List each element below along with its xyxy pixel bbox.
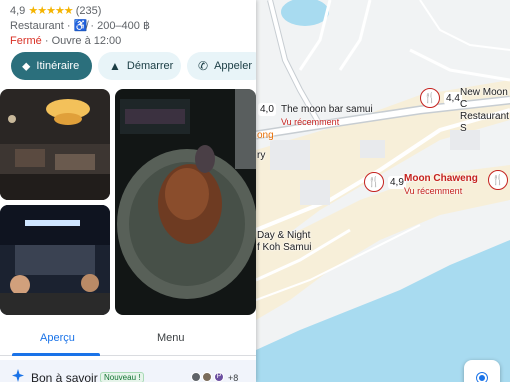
map-marker-moon-bar[interactable]: 4,0 (258, 103, 276, 116)
status-closed: Fermé (10, 35, 42, 47)
marker-rating: 4,0 (258, 103, 276, 116)
navigation-arrow-icon: ▲ (109, 59, 121, 73)
photo-terrace[interactable] (0, 205, 110, 315)
directions-label: Itinéraire (36, 60, 80, 72)
photo-dish-image (115, 89, 256, 315)
wheelchair-off-icon: · ♿̸ (66, 20, 91, 32)
new-badge: Nouveau ! (100, 372, 145, 382)
start-button[interactable]: ▲ Démarrer (98, 52, 181, 80)
restaurant-pin-icon: 🍴 (488, 170, 508, 190)
call-button[interactable]: ✆ Appeler (187, 52, 256, 80)
restaurant-pin-icon: 🍴 (364, 172, 384, 192)
map-label-koh-samui: f Koh Samui (257, 242, 312, 253)
good-to-know-row[interactable]: Bon à savoir Nouveau ! P +8 (0, 360, 256, 382)
price-range: · 200–400 ฿ (90, 20, 150, 32)
place-name: The moon bar samui (281, 104, 373, 115)
photo-dish[interactable] (115, 89, 256, 315)
map-label-new-moon[interactable]: New Moon C Restaurant S (460, 87, 510, 135)
my-location-button[interactable] (464, 360, 500, 382)
app-root: 4,0 The moon bar samui Vu récemment 🍴 4,… (0, 0, 510, 382)
place-details-panel: 4,9 ★★★★★ (235) Restaurant · ♿̸ · 200–40… (0, 0, 256, 382)
map-label-day-night: Day & Night (257, 230, 311, 241)
map-label-moon-chaweng[interactable]: Moon Chaweng Vu récemment (404, 173, 478, 197)
photo-interior-image (0, 89, 110, 200)
tab-bar: Aperçu Menu (0, 323, 256, 356)
map-marker-new-moon[interactable]: 🍴 4,4 (420, 88, 462, 108)
more-contributors-count: +8 (228, 373, 239, 382)
hours-row[interactable]: Fermé · Ouvre à 12:00 (10, 35, 121, 47)
directions-button[interactable]: ⬥ Itinéraire (11, 52, 92, 80)
start-label: Démarrer (126, 60, 174, 72)
place-name-line1: New Moon C (460, 87, 508, 110)
call-label: Appeler (214, 60, 252, 72)
star-rating-icon: ★★★★★ (28, 5, 73, 17)
photo-terrace-image (0, 205, 110, 315)
review-count: (235) (75, 5, 102, 17)
tab-menu[interactable]: Menu (157, 332, 185, 344)
rating-value: 4,9 (10, 5, 26, 17)
place-recently-viewed: Vu récemment (281, 117, 340, 127)
map-label-partial-ry: ry (257, 150, 266, 161)
active-tab-indicator (12, 353, 100, 356)
place-name-line2: Restaurant S (460, 111, 509, 134)
map-label-partial-ong: ong (257, 130, 274, 141)
avatar (191, 372, 201, 382)
good-to-know-label: Bon à savoir (31, 371, 98, 382)
restaurant-pin-icon: 🍴 (420, 88, 440, 108)
place-recently-viewed: Vu récemment (404, 186, 463, 196)
place-name: Moon Chaweng (404, 173, 478, 184)
rating-row[interactable]: 4,9 ★★★★★ (235) (10, 4, 101, 17)
directions-icon: ⬥ (22, 58, 31, 73)
location-dot-icon (477, 373, 487, 382)
avatar: P (214, 372, 224, 382)
avatar (202, 372, 212, 382)
map-marker-partial[interactable]: 🍴 4, (488, 170, 510, 190)
opening-time: · Ouvre à 12:00 (44, 35, 122, 47)
category-row: Restaurant · ♿̸ · 200–400 ฿ (10, 19, 150, 32)
tab-overview[interactable]: Aperçu (40, 332, 75, 344)
phone-icon: ✆ (198, 59, 209, 73)
category-label: Restaurant (10, 20, 64, 32)
photo-interior[interactable] (0, 89, 110, 200)
sparkle-icon (12, 369, 24, 382)
map-marker-moon-chaweng[interactable]: 🍴 4,9 (364, 172, 406, 192)
map-label-moon-bar[interactable]: The moon bar samui Vu récemment (281, 104, 373, 128)
